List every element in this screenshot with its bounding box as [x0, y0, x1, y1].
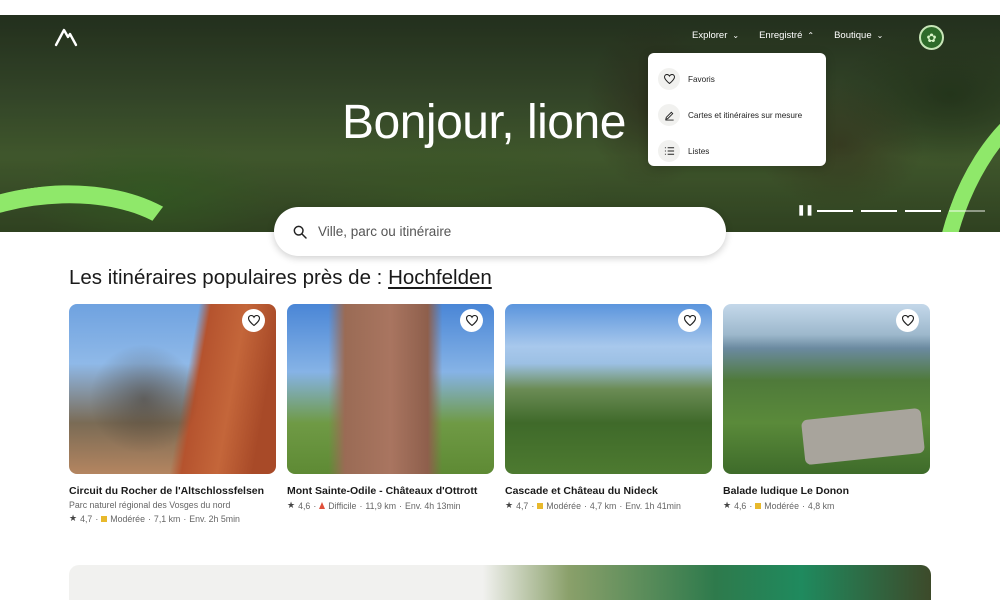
saved-dropdown-menu: Favoris Cartes et itinéraires sur mesure… [648, 53, 826, 166]
trail-title[interactable]: Mont Sainte-Odile - Châteaux d'Ottrott [287, 485, 494, 497]
nav-saved[interactable]: Enregistré ⌃ [759, 30, 814, 41]
heart-icon [658, 68, 680, 90]
trail-image[interactable] [505, 304, 712, 474]
trail-rating: 4,7 [80, 513, 93, 524]
star-icon: ★ [505, 500, 514, 510]
alltrails-logo-icon[interactable] [54, 27, 78, 47]
trail-card[interactable]: Cascade et Château du Nideck ★ 4,7 · Mod… [505, 304, 712, 524]
separator: · [147, 513, 151, 524]
trail-meta: ★ 4,6 · Modérée · 4,8 km [723, 500, 930, 511]
trail-difficulty: Modérée [546, 500, 581, 511]
chevron-down-icon: ⌄ [876, 31, 884, 40]
trail-distance: 4,7 km [589, 500, 617, 511]
carousel-indicator[interactable] [949, 209, 985, 212]
trail-title[interactable]: Circuit du Rocher de l'Altschlossfelsen [69, 485, 276, 497]
carousel-controls: ❚❚ [797, 205, 985, 216]
pause-icon[interactable]: ❚❚ [797, 205, 814, 216]
heart-icon[interactable] [678, 309, 701, 332]
separator: · [619, 500, 623, 511]
trail-title[interactable]: Balade ludique Le Donon [723, 485, 930, 497]
trail-card[interactable]: Mont Sainte-Odile - Châteaux d'Ottrott ★… [287, 304, 494, 524]
trail-difficulty: Difficile [328, 500, 357, 511]
hero-greeting: Bonjour, lione [342, 96, 626, 149]
promo-banner[interactable] [69, 565, 931, 600]
star-icon: ★ [287, 500, 296, 510]
main-nav: Explorer ⌄ Enregistré ⌃ Boutique ⌄ [692, 30, 883, 41]
pen-icon [658, 104, 680, 126]
nav-shop-label: Boutique [834, 30, 872, 41]
location-link[interactable]: Hochfelden [388, 266, 492, 289]
separator: · [531, 500, 535, 511]
trail-image[interactable] [723, 304, 930, 474]
search-bar[interactable] [274, 207, 726, 256]
menu-item-lists[interactable]: Listes [648, 133, 826, 169]
trail-title[interactable]: Cascade et Château du Nideck [505, 485, 712, 497]
menu-item-custom-maps[interactable]: Cartes et itinéraires sur mesure [648, 97, 826, 133]
chevron-down-icon: ⌄ [732, 31, 740, 40]
trail-difficulty: Modérée [110, 513, 145, 524]
search-icon [293, 225, 307, 239]
star-icon: ★ [723, 500, 732, 510]
trail-duration: Env. 2h 5min [189, 513, 240, 524]
trail-distance: 11,9 km [365, 500, 397, 511]
decorative-arc-left [0, 165, 223, 232]
separator: · [749, 500, 753, 511]
menu-item-label: Favoris [688, 74, 715, 84]
separator: · [95, 513, 99, 524]
star-icon: ★ [69, 513, 78, 523]
nav-explorer[interactable]: Explorer ⌄ [692, 30, 739, 41]
trail-meta: ★ 4,7 · Modérée · 7,1 km · Env. 2h 5min [69, 513, 276, 524]
heart-icon[interactable] [460, 309, 483, 332]
leaf-icon: ✿ [926, 30, 937, 45]
trail-rating: 4,6 [298, 500, 311, 511]
nav-saved-label: Enregistré [759, 30, 803, 41]
difficulty-icon [755, 502, 762, 509]
trail-image[interactable] [69, 304, 276, 474]
trail-meta: ★ 4,6 · Difficile · 11,9 km · Env. 4h 13… [287, 500, 494, 511]
search-input[interactable] [318, 224, 698, 239]
difficulty-icon [101, 515, 108, 522]
separator: · [399, 500, 402, 511]
user-avatar[interactable]: ✿ [919, 25, 944, 50]
difficulty-icon [319, 502, 326, 509]
difficulty-icon [537, 502, 544, 509]
carousel-indicator[interactable] [817, 209, 853, 212]
separator: · [313, 500, 317, 511]
trail-park: Parc naturel régional des Vosges du nord [69, 500, 231, 510]
trail-image[interactable] [287, 304, 494, 474]
trail-card[interactable]: Balade ludique Le Donon ★ 4,6 · Modérée … [723, 304, 930, 524]
trail-difficulty: Modérée [764, 500, 799, 511]
list-icon [658, 140, 680, 162]
separator: · [801, 500, 805, 511]
nav-shop[interactable]: Boutique ⌄ [834, 30, 883, 41]
chevron-up-icon: ⌃ [807, 31, 815, 40]
separator: · [183, 513, 187, 524]
section-title-prefix: Les itinéraires populaires près de : [69, 266, 383, 289]
carousel-indicator[interactable] [905, 209, 941, 212]
trail-distance: 4,8 km [807, 500, 835, 511]
heart-icon[interactable] [896, 309, 919, 332]
separator: · [359, 500, 363, 511]
trail-distance: 7,1 km [153, 513, 181, 524]
trail-duration: Env. 4h 13min [404, 500, 461, 511]
trail-rating: 4,7 [516, 500, 529, 511]
nav-explorer-label: Explorer [692, 30, 728, 41]
separator: · [583, 500, 587, 511]
trail-meta: ★ 4,7 · Modérée · 4,7 km · Env. 1h 41min [505, 500, 712, 511]
menu-item-label: Listes [688, 146, 710, 156]
heart-icon[interactable] [242, 309, 265, 332]
menu-item-favorites[interactable]: Favoris [648, 61, 826, 97]
trail-rating: 4,6 [734, 500, 747, 511]
section-title: Les itinéraires populaires près de : Hoc… [69, 266, 492, 290]
trail-duration: Env. 1h 41min [625, 500, 681, 511]
trail-card[interactable]: Circuit du Rocher de l'Altschlossfelsen … [69, 304, 276, 524]
menu-item-label: Cartes et itinéraires sur mesure [688, 110, 803, 120]
carousel-indicator[interactable] [861, 209, 897, 212]
trail-cards: Circuit du Rocher de l'Altschlossfelsen … [69, 304, 930, 524]
